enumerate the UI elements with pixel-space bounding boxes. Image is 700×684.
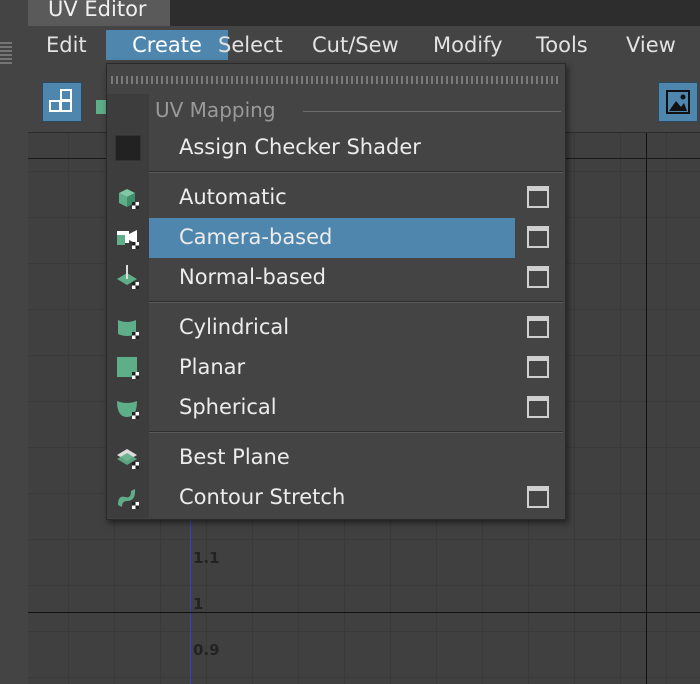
uv-layout-tool-button[interactable] bbox=[42, 82, 82, 122]
section-header-uv-mapping: UV Mapping bbox=[155, 98, 276, 122]
planar-mapping-icon bbox=[117, 357, 139, 379]
menu-edit[interactable]: Edit bbox=[46, 30, 87, 60]
image-display-button[interactable] bbox=[658, 82, 698, 122]
cylindrical-mapping-icon bbox=[118, 320, 139, 339]
section-divider bbox=[303, 111, 561, 112]
normal-mapping-icon bbox=[117, 265, 139, 289]
window-title: UV Editor bbox=[48, 0, 147, 21]
green-tool-icon[interactable] bbox=[96, 100, 106, 114]
menu-item-label: Best Plane bbox=[179, 445, 290, 469]
option-box-icon[interactable] bbox=[527, 356, 549, 378]
menu-item-camera-based[interactable]: Camera-based bbox=[107, 218, 563, 258]
menu-item-cylindrical[interactable]: Cylindrical bbox=[107, 308, 563, 348]
uv-boundary-line-horizontal bbox=[28, 612, 700, 613]
menu-item-label: Normal-based bbox=[179, 265, 326, 289]
camera-mapping-icon bbox=[117, 230, 139, 249]
menu-item-planar[interactable]: Planar bbox=[107, 348, 563, 388]
menu-item-assign-checker-shader[interactable]: Assign Checker Shader bbox=[107, 128, 563, 168]
menu-item-normal-based[interactable]: Normal-based bbox=[107, 258, 563, 298]
best-plane-icon bbox=[117, 449, 139, 469]
left-panel-strip bbox=[0, 0, 29, 684]
menu-view[interactable]: View bbox=[626, 30, 676, 60]
option-box-icon[interactable] bbox=[527, 186, 549, 208]
option-box-icon[interactable] bbox=[527, 316, 549, 338]
axis-tick-label: 0.9 bbox=[193, 641, 220, 659]
window-title-tab[interactable]: UV Editor bbox=[28, 0, 170, 27]
menu-item-label: Automatic bbox=[179, 185, 287, 209]
menu-separator bbox=[149, 301, 563, 303]
axis-tick-label: 1 bbox=[193, 595, 204, 613]
option-box-icon[interactable] bbox=[527, 226, 549, 248]
menu-item-label: Assign Checker Shader bbox=[179, 135, 421, 159]
create-menu-dropdown: UV Mapping Assign Checker Shader Automat… bbox=[106, 63, 566, 520]
menu-item-label: Planar bbox=[179, 355, 246, 379]
panel-grip-handle[interactable] bbox=[0, 40, 12, 64]
option-box-icon[interactable] bbox=[527, 266, 549, 288]
menu-item-contour-stretch[interactable]: Contour Stretch bbox=[107, 478, 563, 518]
menu-modify[interactable]: Modify bbox=[433, 30, 503, 60]
menu-select[interactable]: Select bbox=[218, 30, 283, 60]
menu-item-label: Camera-based bbox=[179, 225, 333, 249]
menubar: Edit Create Select Cut/Sew Modify Tools … bbox=[28, 26, 700, 64]
option-box-icon[interactable] bbox=[527, 396, 549, 418]
menu-cut-sew[interactable]: Cut/Sew bbox=[312, 30, 399, 60]
contour-stretch-icon bbox=[118, 489, 139, 509]
menu-separator bbox=[149, 171, 563, 173]
automatic-mapping-icon bbox=[119, 189, 139, 209]
menu-separator bbox=[149, 431, 563, 433]
checker-shader-icon bbox=[115, 135, 141, 161]
menu-tools[interactable]: Tools bbox=[536, 30, 588, 60]
menu-item-automatic[interactable]: Automatic bbox=[107, 178, 563, 218]
tear-off-handle[interactable] bbox=[107, 68, 563, 90]
menu-create[interactable]: Create bbox=[106, 30, 228, 60]
axis-tick-label: 1.1 bbox=[193, 549, 220, 567]
menu-item-label: Contour Stretch bbox=[179, 485, 346, 509]
option-box-icon[interactable] bbox=[527, 486, 549, 508]
menu-item-best-plane[interactable]: Best Plane bbox=[107, 438, 563, 478]
title-bar bbox=[170, 0, 700, 26]
menu-item-spherical[interactable]: Spherical bbox=[107, 388, 563, 428]
uv-layout-icon bbox=[49, 89, 72, 112]
menu-item-label: Cylindrical bbox=[179, 315, 290, 339]
menu-item-label: Spherical bbox=[179, 395, 277, 419]
image-icon bbox=[666, 90, 690, 114]
spherical-mapping-icon bbox=[117, 401, 139, 419]
uv-boundary-line-vertical bbox=[646, 133, 647, 684]
